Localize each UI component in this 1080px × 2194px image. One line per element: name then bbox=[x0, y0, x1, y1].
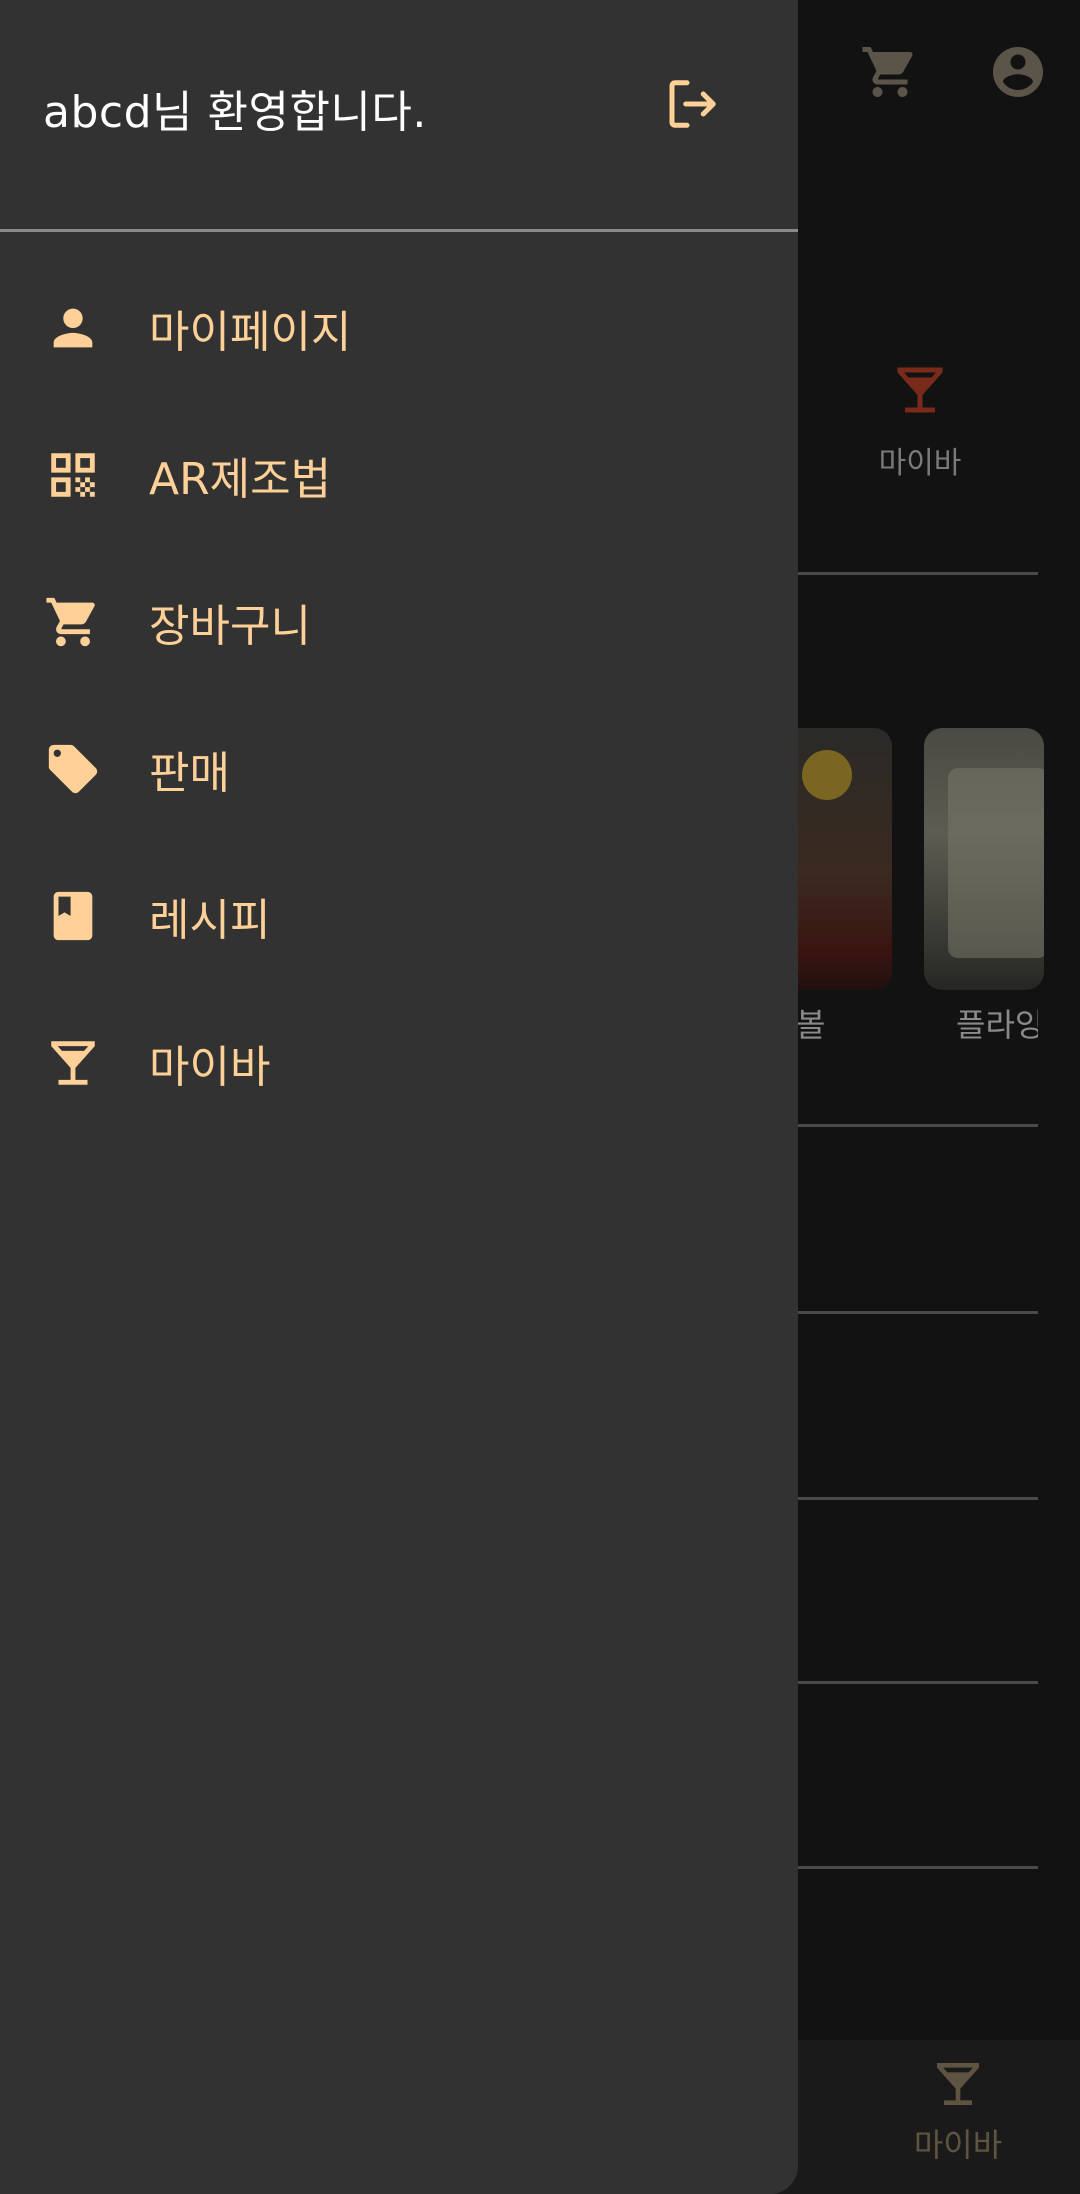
drawer-item-label: 마이바 bbox=[149, 1041, 271, 1093]
cocktail-icon bbox=[43, 1033, 103, 1093]
logout-icon bbox=[669, 80, 716, 128]
person-icon bbox=[43, 298, 103, 358]
tag-icon bbox=[43, 739, 103, 799]
drawer-item-label: 판매 bbox=[149, 747, 230, 799]
cocktail-icon bbox=[937, 2063, 979, 2105]
bottom-nav-mybar[interactable]: 마이바 bbox=[888, 2056, 1028, 2166]
welcome-text: abcd님 환영합니다. bbox=[43, 87, 427, 138]
drawer-header: abcd님 환영합니다. bbox=[0, 0, 798, 232]
drawer-item-cart[interactable]: 장바구니 bbox=[0, 548, 798, 695]
recipe-card-label: 볼 bbox=[796, 1006, 826, 1044]
drawer-item-label: 레시피 bbox=[149, 894, 271, 946]
category-label: 마이바 bbox=[878, 446, 962, 481]
drawer-item-ar-recipe[interactable]: AR제조법 bbox=[0, 401, 798, 548]
book-icon bbox=[43, 886, 103, 946]
account-circle-icon[interactable] bbox=[986, 40, 1050, 104]
recipe-card-image[interactable] bbox=[924, 728, 1044, 990]
category-mybar[interactable]: 마이바 bbox=[850, 360, 990, 482]
drawer-item-mybar[interactable]: 마이바 bbox=[0, 989, 798, 1136]
divider bbox=[798, 1866, 1038, 1869]
drawer-item-mypage[interactable]: 마이페이지 bbox=[0, 254, 798, 401]
cocktail-icon bbox=[897, 367, 943, 413]
logout-button[interactable] bbox=[660, 72, 724, 136]
divider bbox=[798, 1311, 1038, 1314]
bottom-nav-label: 마이바 bbox=[913, 2126, 1003, 2164]
drawer-menu: 마이페이지 AR제조법 장바구니 판매 레시피 마이바 bbox=[0, 254, 798, 1136]
qr-code-icon bbox=[43, 445, 103, 505]
drawer-item-label: 마이페이지 bbox=[149, 306, 352, 358]
drawer-item-label: 장바구니 bbox=[149, 600, 311, 652]
cart-icon[interactable] bbox=[858, 40, 922, 104]
navigation-drawer: abcd님 환영합니다. 마이페이지 AR제조법 장바구니 판매 레시피 마이바 bbox=[0, 0, 798, 2194]
drawer-item-recipe[interactable]: 레시피 bbox=[0, 842, 798, 989]
drawer-item-label: AR제조법 bbox=[149, 453, 332, 505]
divider bbox=[798, 572, 1038, 575]
divider bbox=[798, 1681, 1038, 1684]
cart-icon bbox=[43, 592, 103, 652]
recipe-card-label: 플라잉 bbox=[956, 1006, 1038, 1044]
drawer-item-sell[interactable]: 판매 bbox=[0, 695, 798, 842]
divider bbox=[798, 1124, 1038, 1127]
divider bbox=[798, 1497, 1038, 1500]
